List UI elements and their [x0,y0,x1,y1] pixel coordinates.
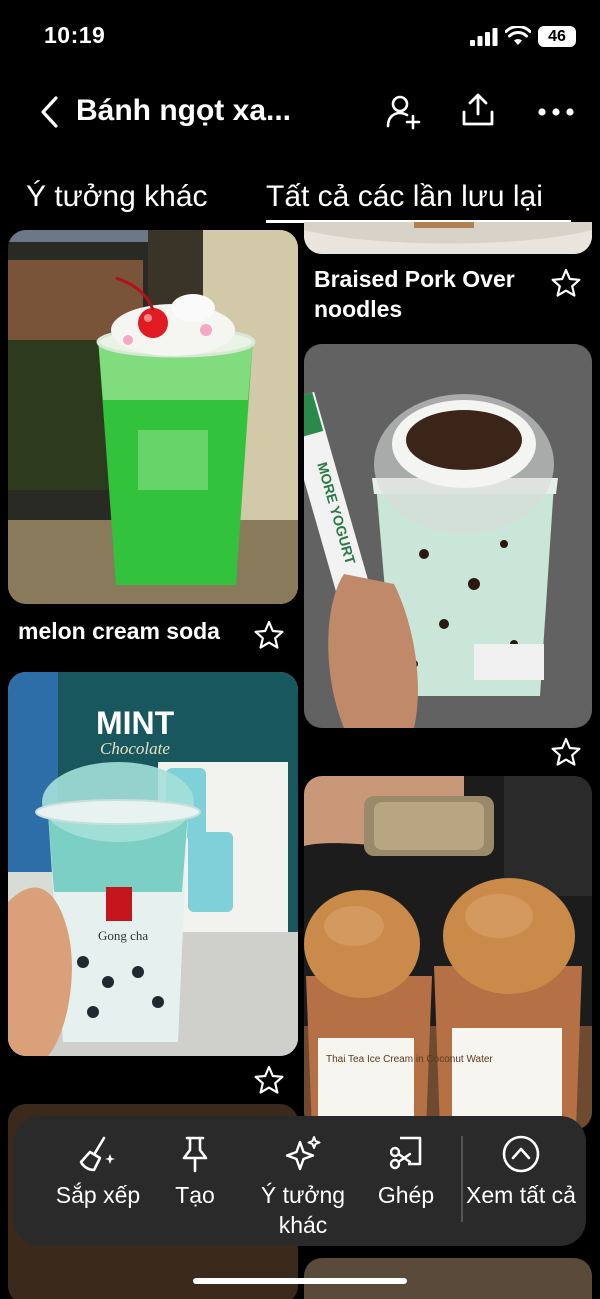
chevron-up-circle-icon [502,1135,540,1173]
pin-title-melon-soda[interactable]: melon cream soda [18,616,248,646]
more-ideas-button[interactable]: Ý tưởng khác [244,1134,362,1240]
save-star-icon[interactable] [254,620,284,650]
board-toolbar: Sắp xếp Tạo Ý tưởng khác Ghép Xem tất cả [14,1116,586,1246]
board-header: Bánh ngọt xa... [0,80,600,144]
tab-more-ideas[interactable]: Ý tưởng khác [26,180,208,214]
pin-image-braised-pork[interactable] [304,222,592,254]
braised-pork-plate-image [304,222,592,254]
poster-text-chocolate: Chocolate [100,739,170,758]
broom-sparkle-icon [79,1136,115,1172]
view-all-label: Xem tất cả [466,1182,576,1208]
board-title: Bánh ngọt xa... [76,94,292,127]
mint-chocolate-yogurt-image: MORE YOGURT [304,344,592,728]
more-ideas-label: Ý tưởng khác [260,1182,346,1238]
battery-indicator: 46 [538,26,576,47]
pin-image-thai-tea[interactable]: Thai Tea Ice Cream in Coconut Water [304,776,592,1130]
status-bar: 10:19 46 [0,0,600,72]
save-star-icon[interactable] [254,1065,284,1095]
poster-text-mint: MINT [96,705,175,741]
pin-image-gongcha-mint[interactable]: MINT Chocolate Gong cha [8,672,298,1056]
save-star-icon[interactable] [551,737,581,767]
scissors-collage-icon [389,1136,422,1170]
melon-cream-soda-image [8,230,298,604]
collage-button[interactable]: Ghép [364,1134,448,1210]
wifi-icon [505,26,531,45]
view-all-button[interactable]: Xem tất cả [466,1134,576,1210]
create-label: Tạo [175,1182,215,1208]
sparkle-icon [285,1136,321,1171]
toolbar-divider [461,1136,463,1222]
pin-image-melon-soda[interactable] [8,230,298,604]
cup-brand-text: Gong cha [98,928,148,943]
organize-button[interactable]: Sắp xếp [36,1134,160,1210]
pin-image-mint-yogurt[interactable]: MORE YOGURT [304,344,592,728]
add-collaborator-icon[interactable] [385,94,421,130]
pin-icon [182,1136,208,1173]
gongcha-mint-chocolate-image: MINT Chocolate Gong cha [8,672,298,1056]
cup-label-text: Thai Tea Ice Cream in Coconut Water [326,1054,493,1065]
more-options-icon[interactable] [536,94,576,130]
tab-all-saves[interactable]: Tất cả các lần lưu lại [266,180,543,214]
organize-label: Sắp xếp [55,1182,141,1208]
home-indicator[interactable] [193,1278,407,1284]
status-time: 10:19 [44,22,106,48]
save-star-icon[interactable] [551,268,581,298]
collage-label: Ghép [377,1182,435,1208]
create-button[interactable]: Tạo [154,1134,236,1210]
thai-tea-ice-cream-image: Thai Tea Ice Cream in Coconut Water [304,776,592,1130]
cellular-signal-icon [470,28,498,46]
share-icon[interactable] [460,92,496,128]
pin-title-braised-pork[interactable]: Braised Pork Over noodles [314,264,539,324]
back-arrow-icon[interactable] [36,94,62,130]
